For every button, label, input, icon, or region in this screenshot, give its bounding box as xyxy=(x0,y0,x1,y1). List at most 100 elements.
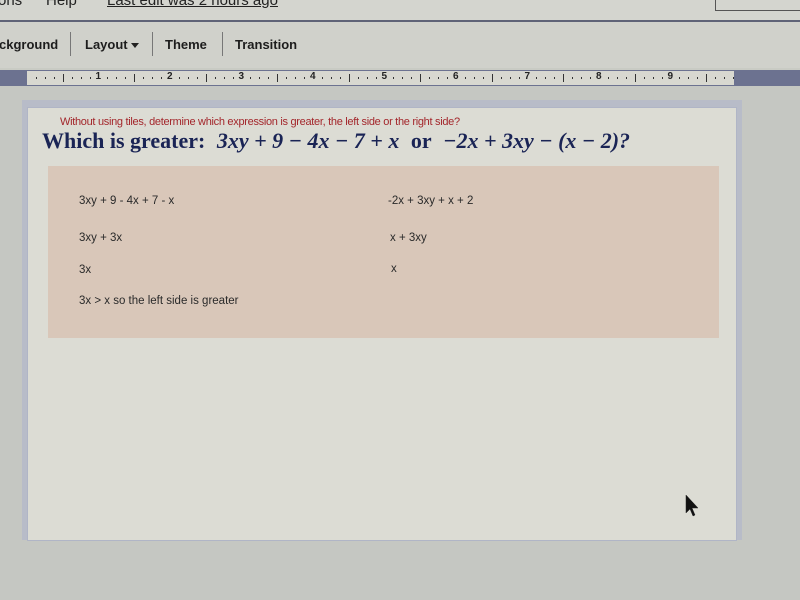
ruler-half-tick xyxy=(563,74,565,82)
ruler-tick xyxy=(178,77,180,79)
ruler-tick xyxy=(53,77,55,79)
ruler-tick xyxy=(232,77,234,79)
ruler-number: 9 xyxy=(667,71,674,82)
ruler-tick xyxy=(590,77,592,79)
toolbar-divider xyxy=(152,32,153,56)
ruler-tick xyxy=(295,77,297,79)
ruler-tick xyxy=(250,77,252,79)
ruler-tick xyxy=(429,77,431,79)
transition-button[interactable]: Transition xyxy=(235,37,297,52)
menu-item-add-ons[interactable]: ons xyxy=(0,0,22,9)
ruler-tick xyxy=(447,77,449,79)
ruler-number: 4 xyxy=(310,71,316,82)
toolbar: ckground Layout Theme Transition xyxy=(0,22,800,68)
theme-button[interactable]: Theme xyxy=(165,37,207,52)
ruler-tick xyxy=(438,77,440,79)
background-button[interactable]: ckground xyxy=(0,37,58,52)
right-step: x + 3xy xyxy=(390,232,427,244)
ruler-tick xyxy=(607,77,609,79)
ruler-tick xyxy=(44,77,46,79)
left-step: 3x xyxy=(79,264,92,276)
ruler-tick xyxy=(652,77,654,79)
ruler-tick xyxy=(187,77,189,79)
ruler-tick xyxy=(402,77,404,79)
ruler-tick xyxy=(366,77,368,79)
right-step: x xyxy=(391,263,397,275)
ruler-tick xyxy=(464,77,466,79)
ruler-tick xyxy=(321,77,323,79)
ruler-tick xyxy=(473,77,475,79)
ruler-tick xyxy=(152,77,154,79)
question-label: Which is greater: xyxy=(42,128,206,153)
ruler-tick xyxy=(375,77,377,79)
ruler-tick xyxy=(223,77,225,79)
ruler-tick xyxy=(107,77,109,79)
ruler-tick xyxy=(697,77,699,79)
ruler-track[interactable]: 1 2 3 4 5 6 7 8 9 xyxy=(27,71,735,85)
ruler-tick xyxy=(545,77,547,79)
ruler-number: 3 xyxy=(238,71,245,82)
ruler-tick xyxy=(554,77,556,79)
ruler-tick xyxy=(482,77,484,79)
ruler-half-tick xyxy=(634,74,636,82)
ruler-number: 1 xyxy=(95,71,102,82)
ruler-tick xyxy=(35,77,37,79)
ruler-half-tick xyxy=(420,74,422,82)
ruler-tick xyxy=(679,77,681,79)
ruler-tick xyxy=(143,77,145,79)
ruler-tick xyxy=(715,77,717,79)
ruler-half-tick xyxy=(134,74,136,82)
instruction-text: Without using tiles, determine which exp… xyxy=(60,116,460,128)
ruler-tick xyxy=(643,77,645,79)
ruler-number: 6 xyxy=(453,71,459,82)
left-expression: 3xy + 9 − 4x − 7 + x xyxy=(216,128,400,153)
ruler-number: 7 xyxy=(524,71,531,82)
ruler-number: 8 xyxy=(596,71,602,82)
chevron-down-icon xyxy=(130,43,139,49)
ruler-number: 5 xyxy=(381,71,388,82)
ruler-tick xyxy=(661,77,663,79)
ruler-tick xyxy=(339,77,341,79)
ruler-tick xyxy=(411,77,413,79)
ruler-tick xyxy=(196,77,198,79)
work-box[interactable]: 3xy + 9 - 4x + 7 - x 3xy + 3x 3x 3x > x … xyxy=(48,166,719,338)
ruler-tick xyxy=(357,77,359,79)
ruler-tick xyxy=(125,77,127,79)
layout-label: Layout xyxy=(85,37,128,52)
ruler-tick xyxy=(625,77,627,79)
slide[interactable]: Without using tiles, determine which exp… xyxy=(27,107,737,541)
ruler-tick xyxy=(572,77,574,79)
ruler-tick xyxy=(688,77,690,79)
right-step: -2x + 3xy + x + 2 xyxy=(388,195,474,207)
menu-item-help[interactable]: Help xyxy=(46,0,77,9)
ruler-tick xyxy=(518,77,520,79)
ruler-tick xyxy=(214,77,216,79)
connector-word: or xyxy=(410,128,432,153)
ruler-tick xyxy=(393,77,395,79)
left-step: 3xy + 9 - 4x + 7 - x xyxy=(79,195,175,207)
ruler-half-tick xyxy=(205,74,207,82)
account-box xyxy=(715,0,800,11)
ruler-tick xyxy=(89,77,91,79)
ruler-tick xyxy=(259,77,261,79)
ruler-tick xyxy=(286,77,288,79)
ruler-tick xyxy=(268,77,270,79)
ruler-half-tick xyxy=(706,74,708,82)
mouse-pointer-icon xyxy=(685,494,699,517)
layout-button[interactable]: Layout xyxy=(85,37,139,52)
left-step: 3x > x so the left side is greater xyxy=(79,295,239,307)
toolbar-divider xyxy=(222,32,223,56)
ruler-tick xyxy=(724,77,726,79)
ruler-tick xyxy=(161,77,163,79)
ruler-tick xyxy=(733,77,735,79)
ruler-tick xyxy=(536,77,538,79)
ruler-tick xyxy=(116,77,118,79)
ruler-tick xyxy=(581,77,583,79)
ruler[interactable]: 1 2 3 4 5 6 7 8 9 xyxy=(0,70,800,86)
ruler-tick xyxy=(80,77,82,79)
ruler-half-tick xyxy=(348,74,350,82)
toolbar-divider xyxy=(70,32,71,56)
ruler-tick xyxy=(500,77,502,79)
last-edit-link[interactable]: Last edit was 2 hours ago xyxy=(107,0,278,9)
ruler-tick xyxy=(509,77,511,79)
